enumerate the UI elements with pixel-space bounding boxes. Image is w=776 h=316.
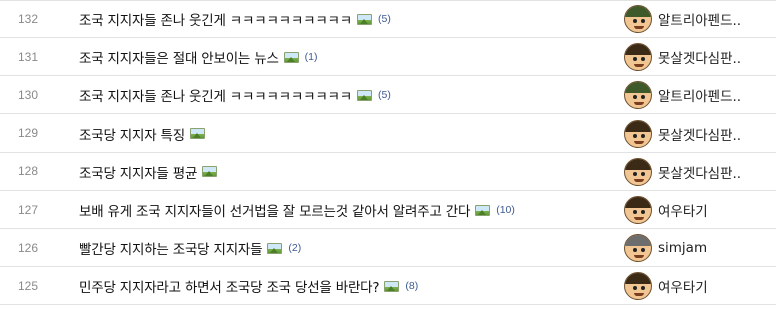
avatar-icon xyxy=(624,5,652,33)
post-row[interactable]: 130 조국 지지자들 존나 웃긴게 ㅋㅋㅋㅋㅋㅋㅋㅋㅋㅋ (5) 알트리아펜드.. xyxy=(0,76,776,115)
post-title-link[interactable]: 조국 지지자들은 절대 안보이는 뉴스 xyxy=(79,47,279,67)
comment-count[interactable]: (5) xyxy=(378,89,391,101)
post-title-cell: 빨간당 지지하는 조국당 지지자들 (2) xyxy=(79,229,301,267)
post-title-link[interactable]: 조국당 지지자 특징 xyxy=(79,124,185,144)
post-title-cell: 조국당 지지자들 평균 xyxy=(79,153,218,191)
post-number: 126 xyxy=(17,240,39,255)
avatar-icon xyxy=(624,157,652,186)
post-row[interactable]: 128 조국당 지지자들 평균 못살겟다심판.. xyxy=(0,153,776,191)
author-nickname[interactable]: 알트리아펜드.. xyxy=(658,85,741,105)
post-row[interactable]: 131 조국 지지자들은 절대 안보이는 뉴스 (1) 못살겟다심판.. xyxy=(0,38,776,77)
post-author[interactable]: 알트리아펜드.. xyxy=(624,0,741,38)
avatar-icon xyxy=(624,43,652,72)
comment-count[interactable]: (2) xyxy=(288,242,301,254)
post-author[interactable]: 못살겟다심판.. xyxy=(624,38,741,76)
comment-count[interactable]: (8) xyxy=(405,280,418,292)
post-number: 125 xyxy=(17,278,39,293)
post-author[interactable]: 여우타기 xyxy=(624,191,708,229)
author-nickname[interactable]: 여우타기 xyxy=(658,200,708,220)
avatar-icon xyxy=(624,119,652,148)
author-nickname[interactable]: 못살겟다심판.. xyxy=(658,47,741,67)
post-row[interactable]: 129 조국당 지지자 특징 못살겟다심판.. xyxy=(0,115,776,153)
comment-count[interactable]: (5) xyxy=(378,13,391,25)
post-number: 130 xyxy=(17,87,39,102)
post-title-cell: 조국당 지지자 특징 xyxy=(79,115,205,153)
image-attachment-icon xyxy=(357,13,372,25)
image-attachment-icon xyxy=(202,166,218,178)
author-nickname[interactable]: 못살겟다심판.. xyxy=(658,124,741,144)
post-author[interactable]: simjam xyxy=(624,229,707,267)
comment-count[interactable]: (1) xyxy=(305,51,318,63)
avatar-icon xyxy=(624,272,652,301)
post-title-link[interactable]: 조국 지지자들 존나 웃긴게 ㅋㅋㅋㅋㅋㅋㅋㅋㅋㅋ xyxy=(79,85,352,105)
image-attachment-icon xyxy=(475,204,491,216)
post-title-link[interactable]: 보배 유게 조국 지지자들이 선거법을 잘 모르는것 같아서 알려주고 간다 xyxy=(79,200,470,220)
post-title-cell: 보배 유게 조국 지지자들이 선거법을 잘 모르는것 같아서 알려주고 간다 (1… xyxy=(79,191,515,229)
post-author[interactable]: 알트리아펜드.. xyxy=(624,76,741,114)
author-nickname[interactable]: 여우타기 xyxy=(658,276,708,296)
post-author[interactable]: 못살겟다심판.. xyxy=(624,115,741,153)
comment-count[interactable]: (10) xyxy=(496,204,515,216)
post-title-cell: 조국 지지자들은 절대 안보이는 뉴스 (1) xyxy=(79,38,318,76)
author-nickname[interactable]: 못살겟다심판.. xyxy=(658,162,741,182)
post-title-link[interactable]: 민주당 지지자라고 하면서 조국당 조국 당선을 바란다? xyxy=(79,276,380,296)
post-row[interactable]: 126 빨간당 지지하는 조국당 지지자들 (2) simjam xyxy=(0,229,776,268)
post-list: 132 조국 지지자들 존나 웃긴게 ㅋㅋㅋㅋㅋㅋㅋㅋㅋㅋ (5) 알트리아펜드.. 1… xyxy=(0,0,776,316)
post-author[interactable]: 여우타기 xyxy=(624,267,708,305)
avatar-icon xyxy=(624,196,652,224)
image-attachment-icon xyxy=(189,128,205,140)
post-row[interactable]: 127 보배 유게 조국 지지자들이 선거법을 잘 모르는것 같아서 알려주고 간… xyxy=(0,191,776,229)
post-author[interactable]: 못살겟다심판.. xyxy=(624,153,741,191)
author-nickname[interactable]: simjam xyxy=(658,240,707,256)
avatar-icon xyxy=(624,81,652,110)
post-number: 129 xyxy=(17,126,39,141)
post-row[interactable]: 132 조국 지지자들 존나 웃긴게 ㅋㅋㅋㅋㅋㅋㅋㅋㅋㅋ (5) 알트리아펜드.. xyxy=(0,0,776,38)
post-title-cell: 조국 지지자들 존나 웃긴게 ㅋㅋㅋㅋㅋㅋㅋㅋㅋㅋ (5) xyxy=(79,0,391,38)
image-attachment-icon xyxy=(384,280,400,292)
author-nickname[interactable]: 알트리아펜드.. xyxy=(658,9,741,29)
image-attachment-icon xyxy=(267,242,283,254)
post-row[interactable]: 125 민주당 지지자라고 하면서 조국당 조국 당선을 바란다? (8) 여우타기 xyxy=(0,267,776,306)
post-title-cell: 민주당 지지자라고 하면서 조국당 조국 당선을 바란다? (8) xyxy=(79,267,418,305)
post-number: 128 xyxy=(17,164,39,179)
avatar-icon xyxy=(624,234,652,263)
post-number: 132 xyxy=(17,11,39,26)
post-title-link[interactable]: 빨간당 지지하는 조국당 지지자들 xyxy=(79,238,263,258)
post-number: 131 xyxy=(17,49,39,64)
post-number: 127 xyxy=(17,202,39,217)
image-attachment-icon xyxy=(357,89,372,101)
post-title-link[interactable]: 조국 지지자들 존나 웃긴게 ㅋㅋㅋㅋㅋㅋㅋㅋㅋㅋ xyxy=(79,9,352,29)
post-title-cell: 조국 지지자들 존나 웃긴게 ㅋㅋㅋㅋㅋㅋㅋㅋㅋㅋ (5) xyxy=(79,76,391,114)
post-title-link[interactable]: 조국당 지지자들 평균 xyxy=(79,162,197,182)
image-attachment-icon xyxy=(283,51,299,63)
